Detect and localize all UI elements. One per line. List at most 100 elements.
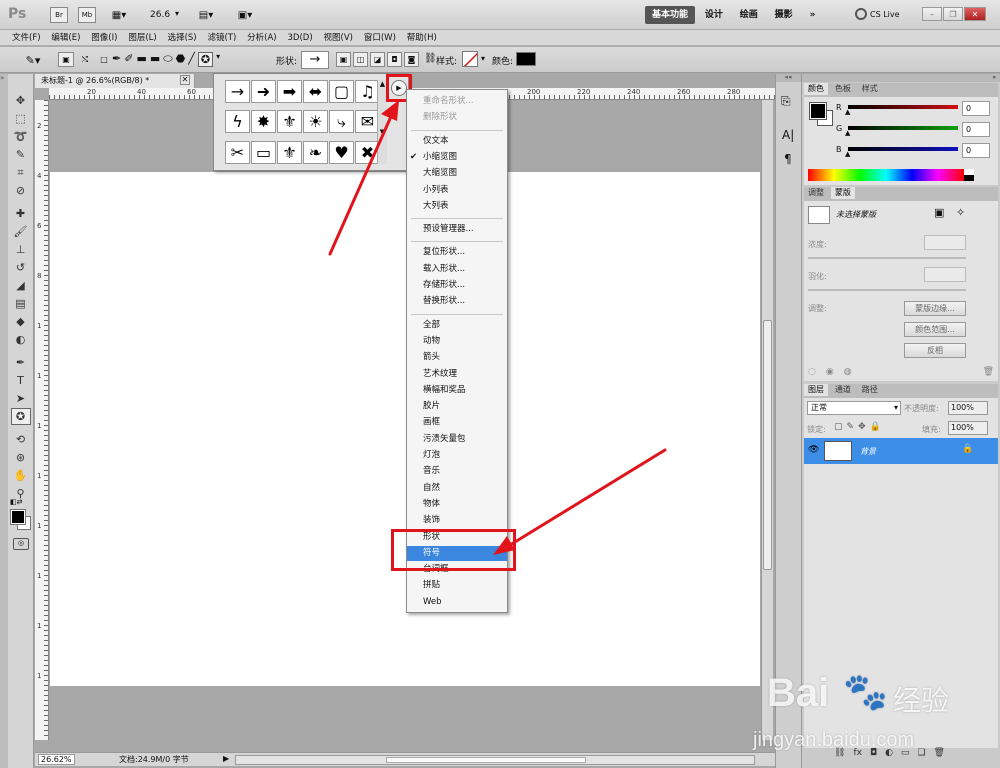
eyedropper-tool-icon[interactable]: ⊘ xyxy=(11,182,31,199)
channel-value-field[interactable]: 0 xyxy=(962,101,990,116)
tab-paths[interactable]: 路径 xyxy=(858,384,882,396)
quick-select-tool-icon[interactable]: ✎ xyxy=(11,146,31,163)
arrange-documents-icon[interactable]: ▤▾ xyxy=(193,8,219,22)
menu-item[interactable]: 污渍矢量包 xyxy=(407,432,507,447)
shape-thumbnail[interactable]: ☀ xyxy=(303,110,328,134)
status-menu-icon[interactable]: ▶ xyxy=(223,754,229,763)
invert-button[interactable]: 反相 xyxy=(904,343,966,358)
menu-item[interactable]: 小列表 xyxy=(407,183,507,198)
menu-item[interactable]: 箭头 xyxy=(407,350,507,365)
menu-item[interactable]: 物体 xyxy=(407,497,507,512)
load-selection-icon[interactable]: ◌ xyxy=(808,367,816,377)
channel-value-field[interactable]: 0 xyxy=(962,143,990,158)
vscroll-thumb[interactable] xyxy=(763,320,772,570)
menu-file[interactable]: 文件(F) xyxy=(8,30,45,46)
vector-mask-icon[interactable]: ✧ xyxy=(956,206,965,219)
menu-item[interactable]: 仅文本 xyxy=(407,134,507,149)
density-field[interactable] xyxy=(924,235,966,250)
menu-item[interactable]: 载入形状... xyxy=(407,262,507,277)
rounded-rectangle-icon[interactable]: ▬ xyxy=(150,52,160,67)
mini-bridge-icon[interactable]: Mb xyxy=(78,7,96,23)
status-zoom[interactable]: 26.62% xyxy=(38,754,75,765)
hscroll-thumb[interactable] xyxy=(386,757,586,763)
tab-adjustments[interactable]: 调整 xyxy=(804,187,828,199)
lock-pixels-icon[interactable]: ✎ xyxy=(847,422,855,432)
apply-mask-icon[interactable]: ◉ xyxy=(826,367,834,377)
shape-thumbnail[interactable]: ➡ xyxy=(277,80,302,103)
layer-visibility-icon[interactable]: 👁 xyxy=(808,445,819,455)
document-tab[interactable]: 未标题-1 @ 26.6%(RGB/8) * ✕ xyxy=(35,74,195,88)
feather-field[interactable] xyxy=(924,267,966,282)
delete-mask-icon[interactable]: 🗑 xyxy=(983,367,994,377)
menu-item[interactable]: 装饰 xyxy=(407,513,507,528)
screen-mode-icon[interactable]: ▣▾ xyxy=(232,8,258,22)
character-icon[interactable]: A| xyxy=(782,128,794,142)
menu-item[interactable]: 横幅和奖品 xyxy=(407,383,507,398)
channel-slider[interactable] xyxy=(848,105,958,109)
close-button[interactable]: ✕ xyxy=(964,7,986,21)
tab-layers[interactable]: 图层 xyxy=(804,384,828,396)
menu-layer[interactable]: 图层(L) xyxy=(124,30,160,46)
style-dropdown-icon[interactable]: ▾ xyxy=(481,54,485,63)
channel-slider-handle-icon[interactable]: ▲ xyxy=(845,108,850,116)
cs-live-button[interactable]: CS Live xyxy=(870,10,900,19)
menu-3d[interactable]: 3D(D) xyxy=(284,30,317,46)
gradient-tool-icon[interactable]: ▤ xyxy=(11,295,31,312)
move-tool-icon[interactable]: ✥ xyxy=(11,92,31,109)
menu-item[interactable]: 胶片 xyxy=(407,399,507,414)
fill-field[interactable]: 100% xyxy=(948,421,988,435)
channel-value-field[interactable]: 0 xyxy=(962,122,990,137)
maximize-button[interactable]: ❐ xyxy=(943,7,963,21)
pen-icon[interactable]: ✒ xyxy=(112,52,121,67)
polygon-icon[interactable]: ⬣ xyxy=(176,52,186,67)
tab-channels[interactable]: 通道 xyxy=(831,384,855,396)
path-select-tool-icon[interactable]: ➤ xyxy=(11,390,31,407)
spectrum-black-white[interactable] xyxy=(964,169,974,181)
lock-position-icon[interactable]: ✥ xyxy=(858,422,866,432)
quick-mask-icon[interactable]: ◎ xyxy=(13,538,29,550)
tab-styles[interactable]: 样式 xyxy=(858,83,882,95)
custom-shape-dropdown-icon[interactable]: ▾ xyxy=(216,52,220,67)
exclude-mode-icon[interactable]: ◙ xyxy=(404,52,419,67)
minimize-button[interactable]: – xyxy=(922,7,942,21)
eraser-tool-icon[interactable]: ◢ xyxy=(11,277,31,294)
history-icon[interactable]: ⎘ xyxy=(781,94,791,109)
healing-tool-icon[interactable]: ✚ xyxy=(11,205,31,222)
menu-item[interactable]: 存储形状... xyxy=(407,278,507,293)
layer-row-background[interactable]: 👁 背景 🔒 xyxy=(804,438,998,464)
menu-item[interactable]: 大列表 xyxy=(407,199,507,214)
paths-icon[interactable]: ⤭ xyxy=(77,52,93,67)
tool-preset-icon[interactable]: ✎▾ xyxy=(20,52,46,68)
shape-thumbnail[interactable]: → xyxy=(225,80,250,103)
shape-thumbnail[interactable]: ⬌ xyxy=(303,80,328,103)
zoom-dropdown-icon[interactable]: ▾ xyxy=(175,9,179,18)
lasso-tool-icon[interactable]: ➰ xyxy=(11,128,31,145)
history-brush-icon[interactable]: ↺ xyxy=(11,259,31,276)
shape-layers-icon[interactable]: ▣ xyxy=(58,52,74,67)
3d-rotate-tool-icon[interactable]: ⟲ xyxy=(11,431,31,448)
intersect-mode-icon[interactable]: ◘ xyxy=(387,52,402,67)
tab-color[interactable]: 颜色 xyxy=(804,83,828,95)
dodge-tool-icon[interactable]: ◐ xyxy=(11,331,31,348)
shape-thumbnail[interactable]: ⚜ xyxy=(277,140,302,164)
channel-slider-handle-icon[interactable]: ▲ xyxy=(845,150,850,158)
lock-transparency-icon[interactable]: ▢ xyxy=(834,422,843,432)
custom-shape-tool-icon[interactable]: ✪ xyxy=(10,408,31,425)
vertical-scrollbar[interactable] xyxy=(761,100,773,740)
custom-shape-icon[interactable]: ✪ xyxy=(197,52,214,67)
menu-help[interactable]: 帮助(H) xyxy=(403,30,441,46)
disable-mask-icon[interactable]: ◍ xyxy=(844,367,852,377)
3d-orbit-tool-icon[interactable]: ⊛ xyxy=(11,449,31,466)
menu-item[interactable]: 艺术纹理 xyxy=(407,367,507,382)
rectangle-icon[interactable]: ▬ xyxy=(136,52,146,67)
menu-item[interactable]: 画框 xyxy=(407,415,507,430)
shape-thumbnail[interactable]: ▢ xyxy=(329,80,354,103)
blend-mode-select[interactable]: 正常 ▾ xyxy=(807,401,901,415)
opacity-field[interactable]: 100% xyxy=(948,401,988,415)
strip-collapse[interactable]: «« xyxy=(776,74,801,82)
freeform-pen-icon[interactable]: ✐ xyxy=(124,52,133,67)
workspace-essentials[interactable]: 基本功能 xyxy=(645,6,696,24)
tab-masks[interactable]: 蒙版 xyxy=(830,187,855,199)
crop-tool-icon[interactable]: ⌗ xyxy=(11,164,31,181)
menu-edit[interactable]: 编辑(E) xyxy=(47,30,84,46)
